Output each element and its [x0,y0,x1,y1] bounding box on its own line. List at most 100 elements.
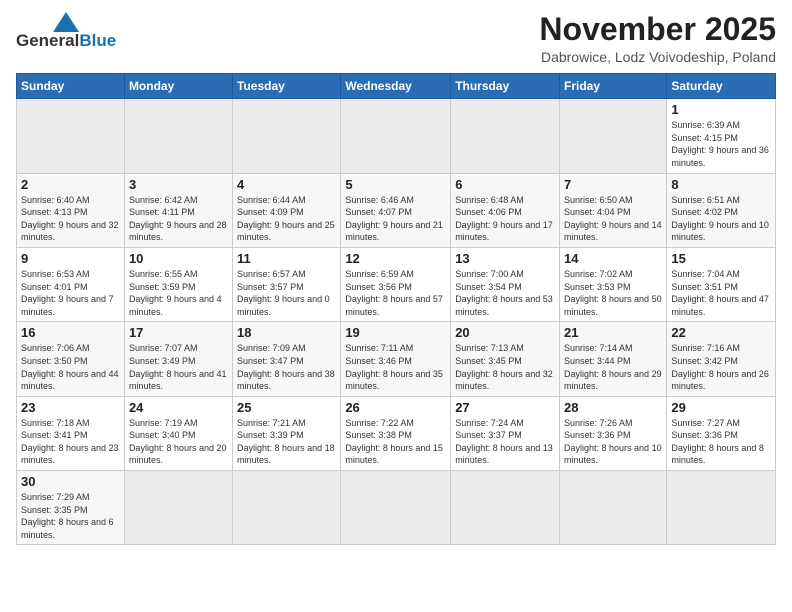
calendar-cell: 7 Sunrise: 6:50 AM Sunset: 4:04 PM Daylig… [560,173,667,247]
calendar-cell: 12Sunrise: 6:59 AM Sunset: 3:56 PM Dayli… [341,247,451,321]
day-info: Sunrise: 6:39 AM Sunset: 4:15 PM Dayligh… [671,119,771,169]
day-info: Sunrise: 6:53 AM Sunset: 4:01 PM Dayligh… [21,268,120,318]
day-info: Sunrise: 7:18 AM Sunset: 3:41 PM Dayligh… [21,417,120,467]
day-info: Sunrise: 7:27 AM Sunset: 3:36 PM Dayligh… [671,417,771,467]
calendar-subtitle: Dabrowice, Lodz Voivodeship, Poland [539,49,776,65]
day-number: 10 [129,251,228,266]
day-number: 23 [21,400,120,415]
calendar-cell: 11 Sunrise: 6:57 AM Sunset: 3:57 PM Dayli… [233,247,341,321]
calendar-cell: 30 Sunrise: 7:29 AM Sunset: 3:35 PM Dayli… [17,471,125,545]
calendar-cell: 27Sunrise: 7:24 AM Sunset: 3:37 PM Dayli… [451,396,560,470]
day-info: Sunrise: 6:50 AM Sunset: 4:04 PM Dayligh… [564,194,662,244]
weekday-header-sunday: Sunday [17,74,125,99]
calendar-cell: 3 Sunrise: 6:42 AM Sunset: 4:11 PM Daylig… [124,173,232,247]
calendar-week-4: 23 Sunrise: 7:18 AM Sunset: 3:41 PM Dayli… [17,396,776,470]
day-info: Sunrise: 7:26 AM Sunset: 3:36 PM Dayligh… [564,417,662,467]
calendar-cell [451,99,560,173]
weekday-header-monday: Monday [124,74,232,99]
calendar-cell: 16 Sunrise: 7:06 AM Sunset: 3:50 PM Dayli… [17,322,125,396]
day-number: 14 [564,251,662,266]
day-number: 5 [345,177,446,192]
day-number: 4 [237,177,336,192]
calendar-cell [233,99,341,173]
weekday-header-thursday: Thursday [451,74,560,99]
calendar-cell: 18Sunrise: 7:09 AM Sunset: 3:47 PM Dayli… [233,322,341,396]
day-number: 6 [455,177,555,192]
logo: GeneralBlue [16,12,116,51]
day-info: Sunrise: 7:07 AM Sunset: 3:49 PM Dayligh… [129,342,228,392]
calendar-cell: 28 Sunrise: 7:26 AM Sunset: 3:36 PM Dayli… [560,396,667,470]
day-number: 25 [237,400,336,415]
calendar-week-2: 9 Sunrise: 6:53 AM Sunset: 4:01 PM Daylig… [17,247,776,321]
calendar-cell: 17 Sunrise: 7:07 AM Sunset: 3:49 PM Dayli… [124,322,232,396]
calendar-cell: 6 Sunrise: 6:48 AM Sunset: 4:06 PM Daylig… [451,173,560,247]
day-info: Sunrise: 7:21 AM Sunset: 3:39 PM Dayligh… [237,417,336,467]
calendar-cell: 24Sunrise: 7:19 AM Sunset: 3:40 PM Dayli… [124,396,232,470]
day-number: 3 [129,177,228,192]
calendar-cell: 21 Sunrise: 7:14 AM Sunset: 3:44 PM Dayli… [560,322,667,396]
calendar-week-1: 2Sunrise: 6:40 AM Sunset: 4:13 PM Daylig… [17,173,776,247]
logo-triangle-icon [53,12,79,32]
day-number: 29 [671,400,771,415]
day-number: 16 [21,325,120,340]
day-number: 9 [21,251,120,266]
calendar-cell [341,99,451,173]
day-number: 22 [671,325,771,340]
calendar-cell: 1 Sunrise: 6:39 AM Sunset: 4:15 PM Daylig… [667,99,776,173]
calendar-cell: 10 Sunrise: 6:55 AM Sunset: 3:59 PM Dayli… [124,247,232,321]
calendar-cell: 29 Sunrise: 7:27 AM Sunset: 3:36 PM Dayli… [667,396,776,470]
day-info: Sunrise: 6:55 AM Sunset: 3:59 PM Dayligh… [129,268,228,318]
day-number: 17 [129,325,228,340]
calendar-cell [560,471,667,545]
calendar-cell [560,99,667,173]
day-info: Sunrise: 7:29 AM Sunset: 3:35 PM Dayligh… [21,491,120,541]
day-info: Sunrise: 6:46 AM Sunset: 4:07 PM Dayligh… [345,194,446,244]
day-info: Sunrise: 6:57 AM Sunset: 3:57 PM Dayligh… [237,268,336,318]
calendar-cell: 13Sunrise: 7:00 AM Sunset: 3:54 PM Dayli… [451,247,560,321]
day-info: Sunrise: 7:22 AM Sunset: 3:38 PM Dayligh… [345,417,446,467]
weekday-header-friday: Friday [560,74,667,99]
day-number: 30 [21,474,120,489]
calendar-cell: 25 Sunrise: 7:21 AM Sunset: 3:39 PM Dayli… [233,396,341,470]
calendar-cell [341,471,451,545]
calendar-cell: 4 Sunrise: 6:44 AM Sunset: 4:09 PM Daylig… [233,173,341,247]
weekday-header-saturday: Saturday [667,74,776,99]
day-info: Sunrise: 7:11 AM Sunset: 3:46 PM Dayligh… [345,342,446,392]
calendar-cell: 20Sunrise: 7:13 AM Sunset: 3:45 PM Dayli… [451,322,560,396]
day-number: 26 [345,400,446,415]
day-info: Sunrise: 6:44 AM Sunset: 4:09 PM Dayligh… [237,194,336,244]
day-number: 1 [671,102,771,117]
day-info: Sunrise: 6:42 AM Sunset: 4:11 PM Dayligh… [129,194,228,244]
calendar-cell [124,471,232,545]
calendar-cell: 2Sunrise: 6:40 AM Sunset: 4:13 PM Daylig… [17,173,125,247]
day-info: Sunrise: 6:40 AM Sunset: 4:13 PM Dayligh… [21,194,120,244]
day-info: Sunrise: 7:02 AM Sunset: 3:53 PM Dayligh… [564,268,662,318]
day-number: 21 [564,325,662,340]
page: GeneralBlue November 2025 Dabrowice, Lod… [0,0,792,612]
calendar-cell: 26 Sunrise: 7:22 AM Sunset: 3:38 PM Dayli… [341,396,451,470]
logo-text: GeneralBlue [16,32,116,51]
day-number: 19 [345,325,446,340]
calendar-table: SundayMondayTuesdayWednesdayThursdayFrid… [16,73,776,545]
calendar-cell: 15Sunrise: 7:04 AM Sunset: 3:51 PM Dayli… [667,247,776,321]
day-info: Sunrise: 7:14 AM Sunset: 3:44 PM Dayligh… [564,342,662,392]
header: GeneralBlue November 2025 Dabrowice, Lod… [16,12,776,65]
day-number: 27 [455,400,555,415]
day-number: 7 [564,177,662,192]
calendar-week-3: 16 Sunrise: 7:06 AM Sunset: 3:50 PM Dayli… [17,322,776,396]
day-number: 11 [237,251,336,266]
day-info: Sunrise: 6:59 AM Sunset: 3:56 PM Dayligh… [345,268,446,318]
calendar-week-0: 1 Sunrise: 6:39 AM Sunset: 4:15 PM Daylig… [17,99,776,173]
day-number: 28 [564,400,662,415]
day-info: Sunrise: 7:06 AM Sunset: 3:50 PM Dayligh… [21,342,120,392]
day-number: 8 [671,177,771,192]
calendar-cell: 14 Sunrise: 7:02 AM Sunset: 3:53 PM Dayli… [560,247,667,321]
calendar-cell: 19 Sunrise: 7:11 AM Sunset: 3:46 PM Dayli… [341,322,451,396]
day-number: 18 [237,325,336,340]
day-info: Sunrise: 7:16 AM Sunset: 3:42 PM Dayligh… [671,342,771,392]
calendar-cell [124,99,232,173]
weekday-header-tuesday: Tuesday [233,74,341,99]
day-info: Sunrise: 6:48 AM Sunset: 4:06 PM Dayligh… [455,194,555,244]
day-number: 24 [129,400,228,415]
calendar-cell [233,471,341,545]
